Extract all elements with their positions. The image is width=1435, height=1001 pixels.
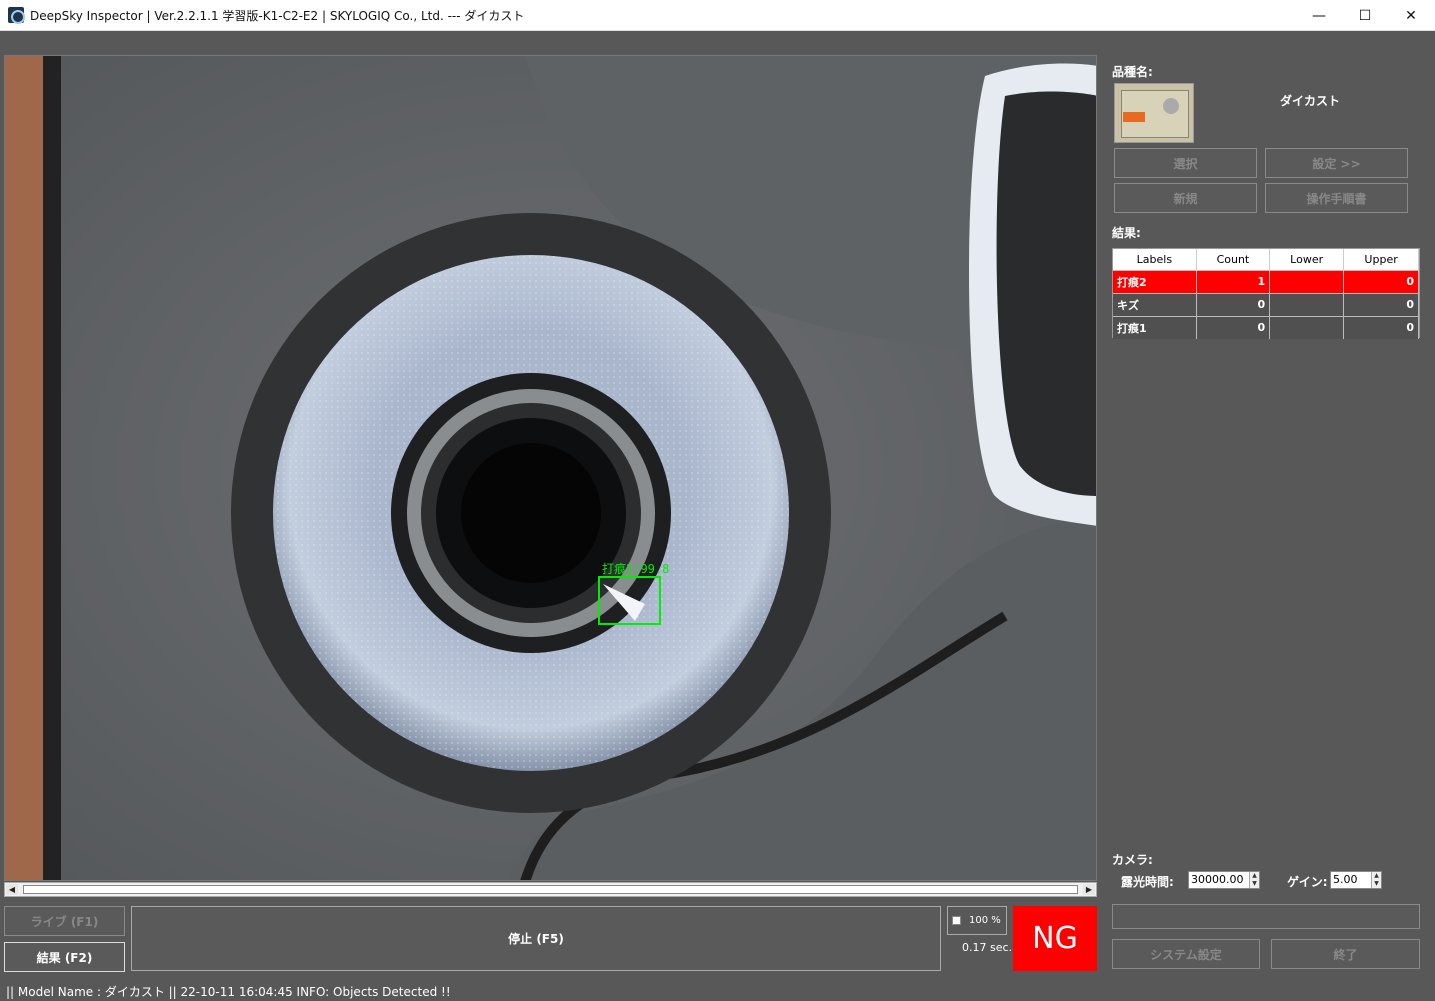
exposure-input[interactable]: 30000.00 ▲ ▼ <box>1188 871 1260 889</box>
column-header-count[interactable]: Count <box>1196 249 1271 270</box>
stop-button[interactable]: 停止 (F5) <box>131 906 941 971</box>
zoom-checkbox[interactable] <box>952 916 961 925</box>
gain-input[interactable]: 5.00 ▲ ▼ <box>1330 871 1382 889</box>
product-thumbnail <box>1114 83 1194 143</box>
scrollbar-thumb[interactable] <box>23 885 1078 894</box>
status-bar: || Model Name : ダイカスト || 22-10-11 16:04:… <box>6 985 451 999</box>
live-button[interactable]: ライブ (F1) <box>4 906 125 936</box>
title-bar: DeepSky Inspector | Ver.2.2.1.1 学習版-K1-C… <box>0 0 1435 31</box>
table-row[interactable]: キズ 0 0 <box>1113 292 1419 316</box>
table-row[interactable]: 打痕1 0 0 <box>1113 315 1419 339</box>
exposure-value: 30000.00 <box>1191 873 1244 886</box>
new-product-button[interactable]: 新規 <box>1114 183 1257 213</box>
row-upper: 0 <box>1343 315 1419 339</box>
column-header-lower[interactable]: Lower <box>1269 249 1345 270</box>
zoom-control[interactable]: 100 % <box>947 906 1007 935</box>
product-settings-button[interactable]: 設定 >> <box>1265 148 1408 178</box>
row-count: 0 <box>1196 315 1271 339</box>
image-horizontal-scrollbar[interactable]: ◀ ▶ <box>4 882 1097 897</box>
app-icon <box>8 7 25 24</box>
row-lower <box>1269 292 1345 316</box>
row-lower <box>1269 315 1345 339</box>
product-name-label: 品種名: <box>1112 65 1153 79</box>
column-header-upper[interactable]: Upper <box>1343 249 1419 270</box>
close-button[interactable]: ✕ <box>1388 0 1434 31</box>
judgement-badge: NG <box>1013 906 1097 971</box>
row-count: 0 <box>1196 292 1271 316</box>
spinner-arrows-icon[interactable]: ▲ ▼ <box>1249 872 1259 888</box>
row-lower <box>1269 269 1345 293</box>
spinner-arrows-icon[interactable]: ▲ ▼ <box>1371 872 1381 888</box>
scroll-right-icon[interactable]: ▶ <box>1083 884 1095 895</box>
exposure-label: 露光時間: <box>1121 875 1174 889</box>
row-label: 打痕1 <box>1113 315 1197 339</box>
column-header-labels[interactable]: Labels <box>1113 249 1197 270</box>
product-name: ダイカスト <box>1280 94 1341 108</box>
message-field <box>1112 904 1420 929</box>
window-title: DeepSky Inspector | Ver.2.2.1.1 学習版-K1-C… <box>30 8 525 23</box>
elapsed-time: 0.17 sec. <box>962 941 1013 954</box>
select-product-button[interactable]: 選択 <box>1114 148 1257 178</box>
inspection-image-viewer[interactable]: 打痕2:99.8 <box>4 55 1097 881</box>
maximize-button[interactable]: ☐ <box>1342 0 1388 31</box>
row-label: キズ <box>1113 292 1197 316</box>
zoom-value: 100 % <box>969 915 1001 926</box>
row-upper: 0 <box>1343 269 1419 293</box>
row-count: 1 <box>1196 269 1271 293</box>
scroll-left-icon[interactable]: ◀ <box>6 884 18 895</box>
results-label: 結果: <box>1112 226 1141 240</box>
table-row[interactable]: 打痕2 1 0 <box>1113 269 1419 293</box>
exit-button[interactable]: 終了 <box>1271 939 1420 969</box>
camera-label: カメラ: <box>1112 853 1153 867</box>
detection-label: 打痕2:99.8 <box>602 561 669 576</box>
minimize-button[interactable]: — <box>1296 0 1342 31</box>
gain-label: ゲイン: <box>1287 875 1328 889</box>
gain-value: 5.00 <box>1333 873 1358 886</box>
row-upper: 0 <box>1343 292 1419 316</box>
inspection-image: 打痕2:99.8 <box>5 56 1096 880</box>
result-button[interactable]: 結果 (F2) <box>4 942 125 972</box>
manual-button[interactable]: 操作手順書 <box>1265 183 1408 213</box>
system-settings-button[interactable]: システム設定 <box>1112 939 1260 969</box>
results-table: Labels Count Lower Upper 打痕2 1 0 キズ 0 0 … <box>1112 248 1420 339</box>
row-label: 打痕2 <box>1113 269 1197 293</box>
